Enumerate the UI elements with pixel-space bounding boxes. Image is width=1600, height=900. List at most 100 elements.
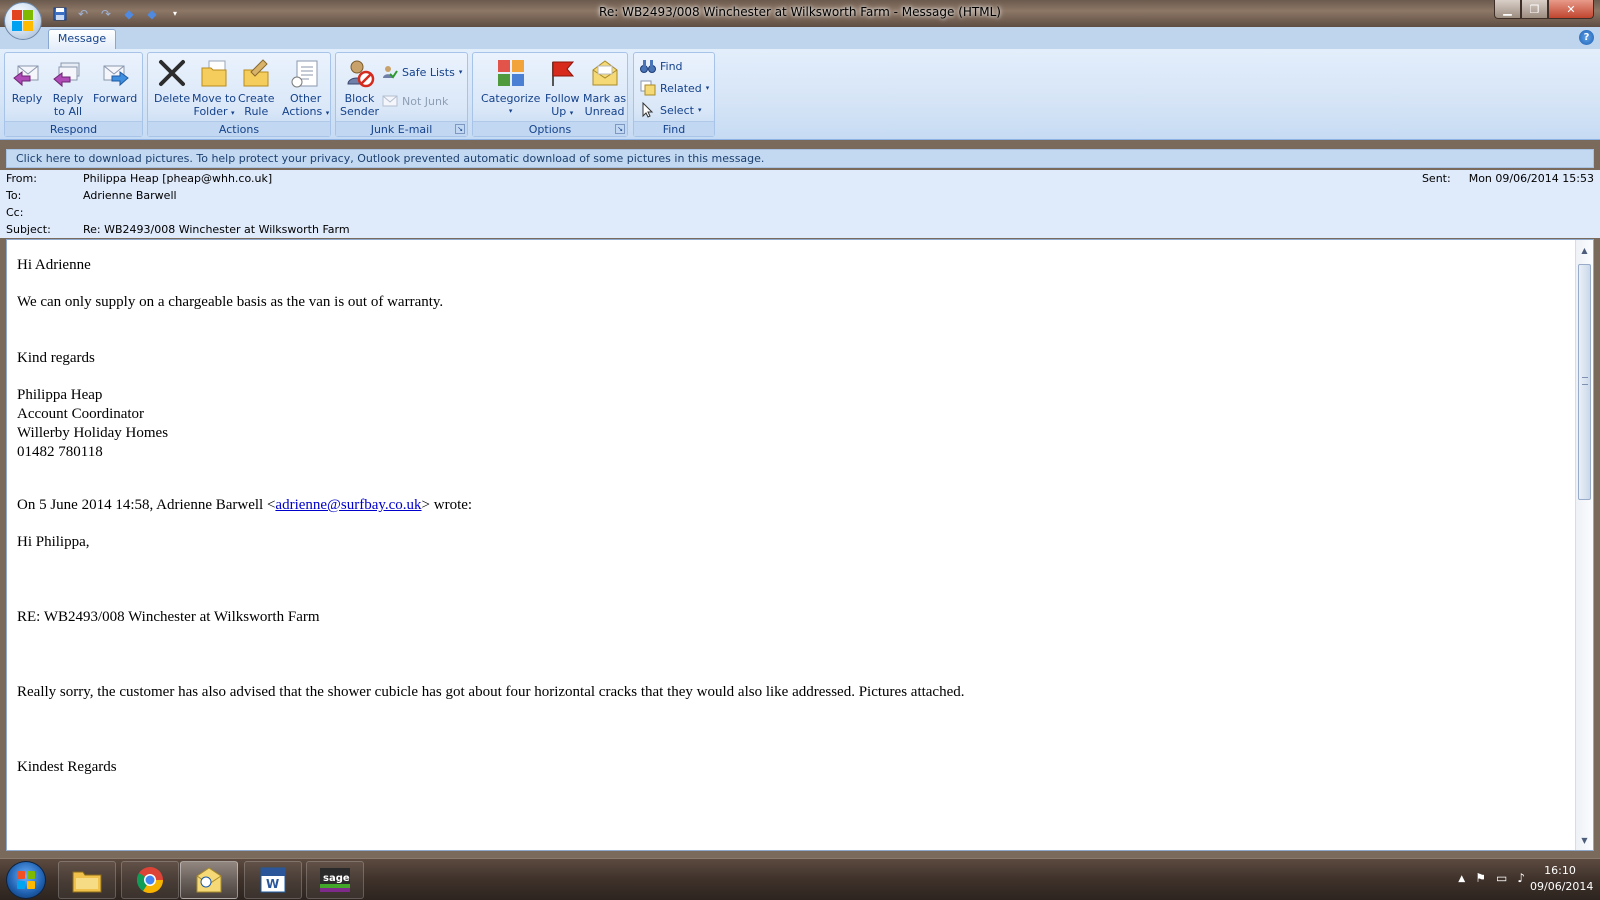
signature-phone: 01482 780118	[17, 444, 103, 460]
binoculars-icon	[640, 58, 656, 74]
subject-value: Re: WB2493/008 Winchester at Wilksworth …	[83, 223, 350, 236]
restore-button[interactable]: ❐	[1521, 0, 1548, 19]
create-rule-button[interactable]: Create Rule	[238, 57, 275, 118]
quote-prefix: On 5 June 2014 14:58, Adrienne Barwell <	[17, 497, 276, 513]
clock[interactable]: 16:10 09/06/2014	[1530, 863, 1594, 895]
word-icon: W	[260, 867, 286, 893]
help-icon[interactable]: ?	[1579, 30, 1594, 45]
from-value[interactable]: Philippa Heap [pheap@whh.co.uk]	[83, 172, 272, 185]
title-bar: ↶ ↷ ◆ ◆ ▾ Re: WB2493/008 Winchester at W…	[0, 0, 1600, 27]
vertical-scrollbar[interactable]: ▲ ▼	[1575, 240, 1593, 850]
group-actions: Delete Move to Folder ▾ Create Rule Othe…	[147, 52, 331, 137]
network-icon[interactable]: ▭	[1496, 871, 1507, 885]
scroll-up-icon[interactable]: ▲	[1578, 244, 1591, 257]
greeting: Hi Adrienne	[17, 257, 91, 273]
categorize-icon	[495, 57, 527, 89]
windows-logo-icon	[17, 871, 35, 889]
options-launcher-icon[interactable]: ↘	[615, 124, 625, 134]
window-title: Re: WB2493/008 Winchester at Wilksworth …	[599, 5, 1001, 19]
group-find: Find Related ▾ Select ▾ Find	[633, 52, 715, 137]
mark-as-unread-button[interactable]: Mark as Unread	[583, 57, 626, 118]
other-actions-button[interactable]: Other Actions ▾	[282, 57, 329, 120]
subject-row: Subject: Re: WB2493/008 Winchester at Wil…	[6, 223, 350, 236]
categorize-button[interactable]: Categorize ▾	[481, 57, 540, 118]
reply-icon	[11, 57, 43, 89]
sent-value: Mon 09/06/2014 15:53	[1468, 172, 1594, 185]
message-body-pane[interactable]: Hi Adrienne We can only supply on a char…	[6, 239, 1594, 851]
forward-icon	[99, 57, 131, 89]
cc-row: Cc:	[6, 206, 83, 219]
close-button[interactable]: ✕	[1548, 0, 1594, 19]
start-button[interactable]	[6, 861, 46, 899]
ribbon-tab-strip: Message ?	[0, 27, 1600, 49]
junk-options-launcher-icon[interactable]: ↘	[455, 124, 465, 134]
create-rule-icon	[240, 57, 272, 89]
taskbar-explorer[interactable]	[58, 861, 116, 899]
reply-all-icon	[52, 57, 84, 89]
picture-download-infobar[interactable]: Click here to download pictures. To help…	[6, 149, 1594, 168]
action-center-icon[interactable]: ⚑	[1475, 871, 1486, 885]
cc-label: Cc:	[6, 206, 24, 219]
scrollbar-thumb[interactable]	[1578, 264, 1591, 500]
related-button[interactable]: Related ▾	[640, 79, 709, 97]
tab-message[interactable]: Message	[48, 29, 116, 49]
to-row: To: Adrienne Barwell	[6, 189, 177, 202]
svg-text:W: W	[266, 877, 279, 891]
safe-lists-button[interactable]: Safe Lists ▾	[382, 63, 462, 81]
sent-row: Sent: Mon 09/06/2014 15:53	[1404, 172, 1594, 185]
clock-time: 16:10	[1544, 864, 1576, 877]
clock-date: 09/06/2014	[1530, 880, 1594, 893]
sender-email-link[interactable]: adrienne@surfbay.co.uk	[275, 497, 421, 513]
forward-button[interactable]: Forward	[93, 57, 137, 105]
related-icon	[640, 80, 656, 96]
system-tray: ▲ ⚑ ▭ ♪	[1458, 871, 1525, 885]
not-junk-button[interactable]: Not Junk	[382, 92, 448, 110]
to-label: To:	[6, 189, 22, 202]
reply-button[interactable]: Reply	[11, 57, 43, 105]
reply-all-button[interactable]: Reply to All	[52, 57, 84, 118]
quote-header: On 5 June 2014 14:58, Adrienne Barwell <…	[17, 496, 1563, 515]
taskbar-outlook[interactable]	[180, 861, 238, 899]
select-button[interactable]: Select ▾	[640, 101, 701, 119]
taskbar-sage[interactable]: sage	[306, 861, 364, 899]
quoted-greeting: Hi Philippa,	[17, 534, 90, 550]
group-label-find: Find	[634, 121, 714, 136]
find-button[interactable]: Find	[640, 57, 683, 75]
block-sender-button[interactable]: Block Sender	[340, 57, 379, 118]
minimize-button[interactable]: ▁	[1494, 0, 1521, 19]
not-junk-icon	[382, 93, 398, 109]
group-junk-email: Block Sender Safe Lists ▾ Not Junk Junk E…	[335, 52, 468, 137]
taskbar-chrome[interactable]	[121, 861, 179, 899]
quoted-sign-off: Kindest Regards	[17, 759, 117, 775]
sage-icon: sage	[320, 868, 350, 892]
signature-name: Philippa Heap	[17, 387, 103, 403]
delete-icon	[156, 57, 188, 89]
reply-line: We can only supply on a chargeable basis…	[17, 294, 444, 310]
other-actions-icon	[290, 57, 322, 89]
taskbar-word[interactable]: W	[244, 861, 302, 899]
office-button[interactable]	[4, 2, 42, 40]
envelope-icon	[589, 57, 621, 89]
show-hidden-icons-icon[interactable]: ▲	[1458, 874, 1465, 885]
scroll-down-icon[interactable]: ▼	[1578, 834, 1591, 847]
group-options: Categorize ▾ Follow Up ▾ Mark as Unread …	[472, 52, 628, 137]
group-respond: Reply Reply to All Forward Respond	[4, 52, 143, 137]
svg-text:sage: sage	[323, 873, 350, 884]
sent-label: Sent:	[1421, 172, 1451, 185]
outlook-icon	[196, 867, 222, 893]
volume-icon[interactable]: ♪	[1517, 871, 1525, 885]
signature-title: Account Coordinator	[17, 406, 145, 422]
signature-company: Willerby Holiday Homes	[17, 425, 169, 441]
to-value[interactable]: Adrienne Barwell	[83, 189, 177, 202]
quote-suffix: > wrote:	[421, 497, 473, 513]
window-controls: ▁ ❐ ✕	[1494, 0, 1594, 19]
group-label-options: Options	[473, 121, 627, 136]
follow-up-button[interactable]: Follow Up ▾	[545, 57, 580, 120]
delete-button[interactable]: Delete	[154, 57, 190, 105]
subject-label: Subject:	[6, 223, 51, 236]
move-to-folder-button[interactable]: Move to Folder ▾	[192, 57, 236, 120]
from-row: From: Philippa Heap [pheap@whh.co.uk]	[6, 172, 272, 185]
folder-icon	[198, 57, 230, 89]
group-label-actions: Actions	[148, 121, 330, 136]
ribbon: Reply Reply to All Forward Respond Delet…	[0, 49, 1600, 140]
